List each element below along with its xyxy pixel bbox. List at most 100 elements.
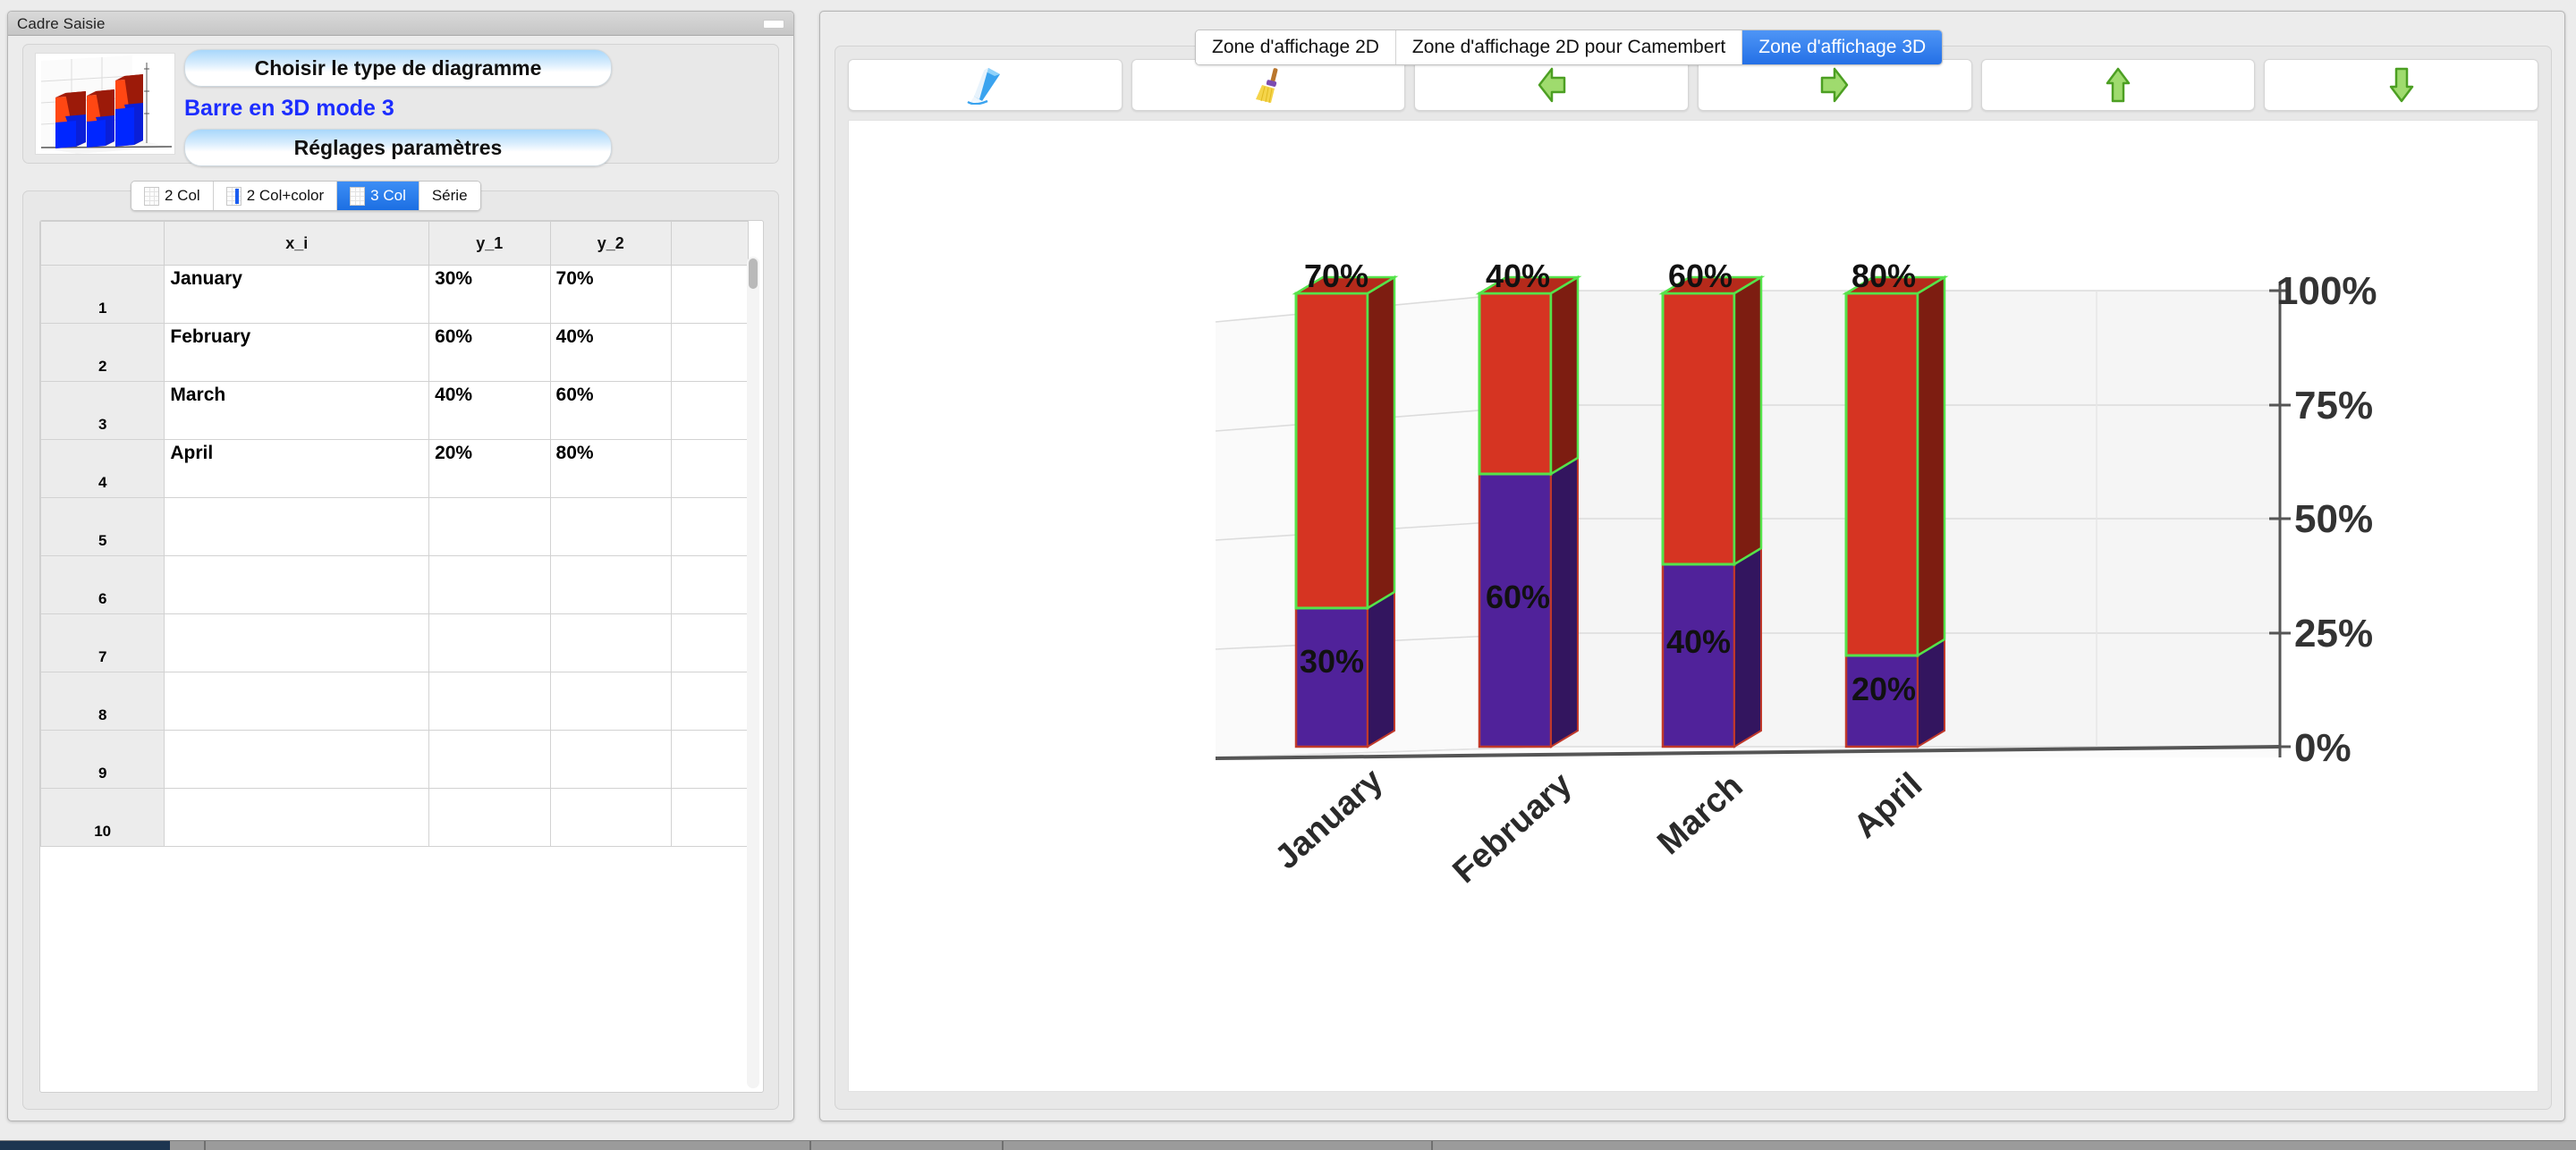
cell-xi[interactable]: April (164, 439, 430, 498)
cell-y1[interactable]: 20% (428, 439, 551, 498)
tab-zone-2d-camembert[interactable]: Zone d'affichage 2D pour Camembert (1395, 30, 1743, 64)
taskbar-separator (1431, 1141, 1433, 1150)
tab-zone-3d[interactable]: Zone d'affichage 3D (1742, 30, 1943, 64)
row-index[interactable]: 3 (40, 381, 165, 440)
bar-group-february[interactable]: 40% 60% (1475, 258, 1582, 748)
cell-y1[interactable]: 30% (428, 265, 551, 324)
bar-label-y2-april: 80% (1852, 258, 1916, 294)
bar-chart-3d-preview[interactable] (35, 53, 175, 155)
col-header-y2[interactable]: y_2 (549, 221, 673, 266)
cell-y2[interactable] (549, 497, 673, 556)
bar-label-y2-january: 70% (1304, 258, 1368, 294)
cell-xi[interactable] (164, 497, 430, 556)
table-row[interactable]: 6 (40, 555, 749, 614)
row-index[interactable]: 1 (40, 265, 165, 324)
cell-xi[interactable] (164, 730, 430, 789)
table-row[interactable]: 3 March 40% 60% (40, 381, 749, 440)
column-mode-tabs[interactable]: 2 Col 2 Col+color 3 Col Série (131, 181, 481, 211)
cell-pad (671, 381, 749, 440)
cell-y1[interactable] (428, 788, 551, 847)
move-right-button[interactable] (1698, 59, 1972, 111)
row-index[interactable]: 9 (40, 730, 165, 789)
table-row[interactable]: 2 February 60% 40% (40, 323, 749, 382)
cell-y2[interactable] (549, 730, 673, 789)
taskbar-start-button[interactable] (0, 1141, 170, 1150)
row-index[interactable]: 7 (40, 613, 165, 672)
move-up-button[interactable] (1980, 59, 2256, 111)
cell-y2[interactable]: 80% (549, 439, 673, 498)
tab-zone-3d-label: Zone d'affichage 3D (1758, 37, 1927, 57)
cell-y2[interactable] (549, 788, 673, 847)
move-left-button[interactable] (1414, 59, 1690, 111)
table-row[interactable]: 9 (40, 730, 749, 789)
os-taskbar[interactable] (0, 1140, 2576, 1150)
cell-y2[interactable] (549, 613, 673, 672)
col-header-index[interactable] (40, 221, 165, 266)
bar-group-april[interactable]: 80% 20% (1842, 258, 1949, 748)
choose-chart-type-label: Choisir le type de diagramme (254, 55, 542, 80)
mode-tab-serie[interactable]: Série (419, 182, 480, 210)
cell-y2[interactable]: 60% (549, 381, 673, 440)
input-window: Cadre Saisie Choisir le type de diagramm… (7, 11, 794, 1121)
table-scrollbar[interactable] (747, 257, 759, 1088)
cell-y1[interactable]: 40% (428, 381, 551, 440)
cell-y1[interactable] (428, 730, 551, 789)
cell-xi[interactable] (164, 788, 430, 847)
cell-xi[interactable]: February (164, 323, 430, 382)
draw-button[interactable] (848, 59, 1123, 111)
row-index[interactable]: 10 (40, 788, 165, 847)
row-index[interactable]: 6 (40, 555, 165, 614)
view-area-tabs[interactable]: Zone d'affichage 2D Zone d'affichage 2D … (1195, 30, 1944, 65)
clear-button[interactable] (1131, 59, 1406, 111)
cell-pad (671, 730, 749, 789)
bar-group-march[interactable]: 60% 40% (1658, 258, 1766, 748)
data-table[interactable]: x_i y_1 y_2 1 January 30% 70% 2 February… (40, 221, 749, 847)
cell-y1[interactable] (428, 613, 551, 672)
cell-y2[interactable] (549, 672, 673, 731)
table-scrollbar-thumb[interactable] (749, 258, 758, 289)
y-tick-25: 25% (2294, 612, 2373, 655)
tab-zone-2d[interactable]: Zone d'affichage 2D (1196, 30, 1396, 64)
cell-xi[interactable] (164, 555, 430, 614)
row-index[interactable]: 2 (40, 323, 165, 382)
settings-parameters-button[interactable]: Réglages paramètres (184, 129, 612, 166)
cell-y1[interactable] (428, 672, 551, 731)
choose-chart-type-button[interactable]: Choisir le type de diagramme (184, 49, 612, 87)
move-down-button[interactable] (2264, 59, 2539, 111)
table-row[interactable]: 10 (40, 788, 749, 847)
table-row[interactable]: 4 April 20% 80% (40, 439, 749, 498)
mode-tab-2col-label: 2 Col (165, 187, 200, 204)
mode-tab-2col-color[interactable]: 2 Col+color (213, 182, 338, 210)
cell-xi[interactable] (164, 613, 430, 672)
cell-xi[interactable]: March (164, 381, 430, 440)
cell-y2[interactable] (549, 555, 673, 614)
cell-pad (671, 323, 749, 382)
cell-pad (671, 613, 749, 672)
col-header-y1[interactable]: y_1 (428, 221, 551, 266)
table-row[interactable]: 1 January 30% 70% (40, 265, 749, 324)
col-header-xi[interactable]: x_i (164, 221, 430, 266)
mode-tab-3col[interactable]: 3 Col (337, 182, 419, 210)
table-row[interactable]: 8 (40, 672, 749, 731)
table-row[interactable]: 5 (40, 497, 749, 556)
cell-y2[interactable]: 70% (549, 265, 673, 324)
mode-tab-2col[interactable]: 2 Col (131, 182, 214, 210)
chart-canvas-3d[interactable]: 70% 30% 40% 60% 60% 40% 80% 20% 100% 75%… (848, 120, 2538, 1092)
bar-group-january[interactable]: 70% 30% (1292, 258, 1399, 748)
row-index[interactable]: 8 (40, 672, 165, 731)
minimize-icon[interactable] (763, 20, 784, 29)
row-index[interactable]: 5 (40, 497, 165, 556)
cell-y1[interactable] (428, 555, 551, 614)
cell-y1[interactable] (428, 497, 551, 556)
y-tick-75: 75% (2294, 384, 2373, 427)
cell-xi[interactable]: January (164, 265, 430, 324)
display-panel: 70% 30% 40% 60% 60% 40% 80% 20% 100% 75%… (835, 46, 2552, 1110)
col-header-pad (671, 221, 749, 266)
spreadsheet-icon (350, 186, 366, 206)
row-index[interactable]: 4 (40, 439, 165, 498)
table-row[interactable]: 7 (40, 613, 749, 672)
cell-xi[interactable] (164, 672, 430, 731)
cell-y1[interactable]: 60% (428, 323, 551, 382)
table-header-row: x_i y_1 y_2 (40, 221, 749, 266)
cell-y2[interactable]: 40% (549, 323, 673, 382)
